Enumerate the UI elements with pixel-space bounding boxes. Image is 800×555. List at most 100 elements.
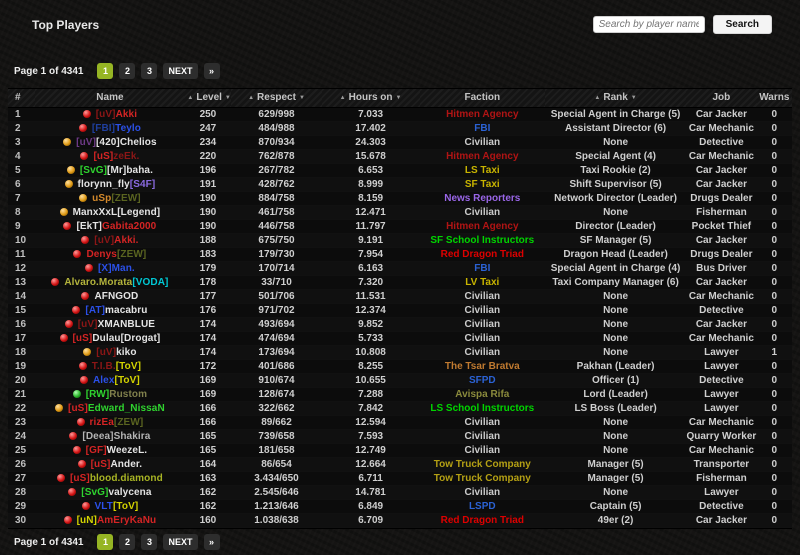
player-name[interactable]: [uV]kiko <box>96 347 136 358</box>
player-level: 172 <box>184 359 231 373</box>
player-name[interactable]: [uS]blood.diamond <box>70 473 163 484</box>
sort-asc-icon[interactable]: ▲ <box>337 95 349 101</box>
player-faction: Civilian <box>420 135 545 149</box>
player-rank: Special Agent in Charge (4) <box>545 261 687 275</box>
player-name[interactable]: Denys[ZEW] <box>86 249 146 260</box>
sort-asc-icon[interactable]: ▲ <box>245 95 257 101</box>
player-faction: The Tsar Bratva <box>420 359 545 373</box>
player-faction: FBI <box>419 261 546 275</box>
player-name[interactable]: [AT]macabru <box>85 305 147 316</box>
player-name[interactable]: [uV][420]Chelios <box>76 137 157 148</box>
player-warns: 0 <box>757 387 792 401</box>
player-name[interactable]: [uV]Akki. <box>94 235 138 246</box>
column-header-hours-on[interactable]: ▲ Hours on ▼ <box>321 89 420 108</box>
player-name[interactable]: [RW]Rustom <box>86 389 147 400</box>
status-dot-icon <box>68 487 77 496</box>
player-level: 220 <box>184 149 232 163</box>
player-job: Detective <box>686 373 757 387</box>
search-input[interactable] <box>592 16 705 33</box>
player-level: 166 <box>184 401 232 415</box>
page-button[interactable]: 2 <box>119 534 136 550</box>
sort-desc-icon[interactable]: ▼ <box>222 95 232 101</box>
player-warns: 0 <box>757 443 792 457</box>
row-number: 11 <box>8 247 35 261</box>
sort-desc-icon[interactable]: ▼ <box>296 95 308 101</box>
player-name[interactable]: [GF]WeezeL. <box>86 445 147 456</box>
page-button[interactable]: 2 <box>119 63 136 79</box>
player-name[interactable]: ManxXxL[Legend] <box>73 207 161 218</box>
table-row: 23 rizEa[ZEW] 166 89/662 12.594 Civilian… <box>8 415 792 429</box>
player-rank: Manager (5) <box>545 471 686 485</box>
player-respect: 267/782 <box>231 163 321 177</box>
player-name[interactable]: [SvG]valycena <box>81 487 151 498</box>
player-name[interactable]: [uV]Akki <box>96 109 137 120</box>
search-button[interactable]: Search <box>712 15 772 34</box>
player-name[interactable]: rizEa[ZEW] <box>90 417 144 428</box>
column-header-respect[interactable]: ▲ Respect ▼ <box>231 89 322 108</box>
table-row: 6 florynn_fly[S4F] 191 428/762 8.999 SF … <box>8 177 792 191</box>
row-number: 6 <box>8 177 36 191</box>
player-warns: 0 <box>757 247 792 261</box>
player-name-cell: Alex[ToV] <box>35 373 185 387</box>
player-name[interactable]: [uS]Dulau[Drogat] <box>73 333 161 344</box>
status-dot-icon <box>81 501 90 510</box>
page-button[interactable]: » <box>203 534 220 550</box>
player-name[interactable]: Alex[ToV] <box>93 375 140 386</box>
player-name[interactable]: [X]Man. <box>98 263 135 274</box>
player-respect: 629/998 <box>231 107 321 121</box>
player-name[interactable]: [Deea]Shakira <box>82 431 150 442</box>
player-name-cell: uSp[ZEW] <box>35 191 184 205</box>
player-level: 191 <box>184 177 232 191</box>
player-name[interactable]: [uS]zeEk. <box>93 151 139 162</box>
player-name[interactable]: [uS]Edward_NissaN <box>68 403 165 414</box>
player-rank: Pakhan (Leader) <box>545 359 686 373</box>
player-hours: 15.678 <box>321 149 420 163</box>
row-number: 10 <box>8 233 36 247</box>
player-hours: 10.808 <box>321 345 420 359</box>
player-name[interactable]: florynn_fly[S4F] <box>78 179 156 190</box>
page-button[interactable]: » <box>203 63 220 79</box>
table-row: 17 [uS]Dulau[Drogat] 174 474/694 5.733 C… <box>8 331 792 345</box>
sort-asc-icon[interactable]: ▲ <box>184 95 196 101</box>
player-name[interactable]: [uS]Ander. <box>91 459 143 470</box>
page-button[interactable]: 3 <box>141 534 158 550</box>
page-button[interactable]: NEXT <box>163 534 198 550</box>
sort-asc-icon[interactable]: ▲ <box>591 95 603 101</box>
player-name[interactable]: T.I.B.[ToV] <box>92 361 141 372</box>
table-row: 13 Alvaro.Morata[VODA] 178 33/710 7.320 … <box>8 275 792 289</box>
page-button[interactable]: NEXT <box>163 63 198 79</box>
player-name[interactable]: AFNGOD <box>94 291 138 302</box>
player-name[interactable]: [uN]AmEryKaNu <box>77 515 157 526</box>
player-respect: 884/758 <box>231 191 321 205</box>
player-name[interactable]: [SvG][Mr]baha. <box>80 165 153 176</box>
player-job: Lawyer <box>686 359 757 373</box>
player-name[interactable]: Alvaro.Morata[VODA] <box>64 277 168 288</box>
row-number: 13 <box>8 275 35 289</box>
page-button[interactable]: 3 <box>141 63 158 79</box>
player-warns: 0 <box>757 219 792 233</box>
player-rank: 49er (2) <box>545 513 687 527</box>
player-level: 164 <box>184 457 232 471</box>
player-hours: 7.842 <box>321 401 420 415</box>
player-name[interactable]: [uV]XMANBLUE <box>78 319 155 330</box>
sort-desc-icon[interactable]: ▼ <box>393 95 405 101</box>
page-button-current[interactable]: 1 <box>97 63 114 79</box>
player-name[interactable]: [FBI]Teylo <box>92 123 141 134</box>
row-number: 7 <box>8 191 35 205</box>
player-hours: 8.159 <box>322 191 420 205</box>
player-warns: 0 <box>756 261 792 275</box>
player-name[interactable]: uSp[ZEW] <box>92 193 141 204</box>
player-respect: 181/658 <box>231 443 321 457</box>
player-level: 169 <box>184 387 231 401</box>
player-respect: 484/988 <box>231 121 322 135</box>
column-header-rank[interactable]: ▲ Rank ▼ <box>545 89 687 108</box>
column-header-level[interactable]: ▲ Level ▼ <box>184 89 232 108</box>
row-number: 23 <box>8 415 35 429</box>
player-name[interactable]: [EkT]Gabita2000 <box>76 221 156 232</box>
player-name-cell: Denys[ZEW] <box>35 247 184 261</box>
player-name[interactable]: VLT[ToV] <box>95 501 139 512</box>
sort-desc-icon[interactable]: ▼ <box>628 95 640 101</box>
page-button-current[interactable]: 1 <box>97 534 114 550</box>
row-number: 9 <box>8 219 35 233</box>
player-rank: Special Agent (4) <box>545 149 687 163</box>
